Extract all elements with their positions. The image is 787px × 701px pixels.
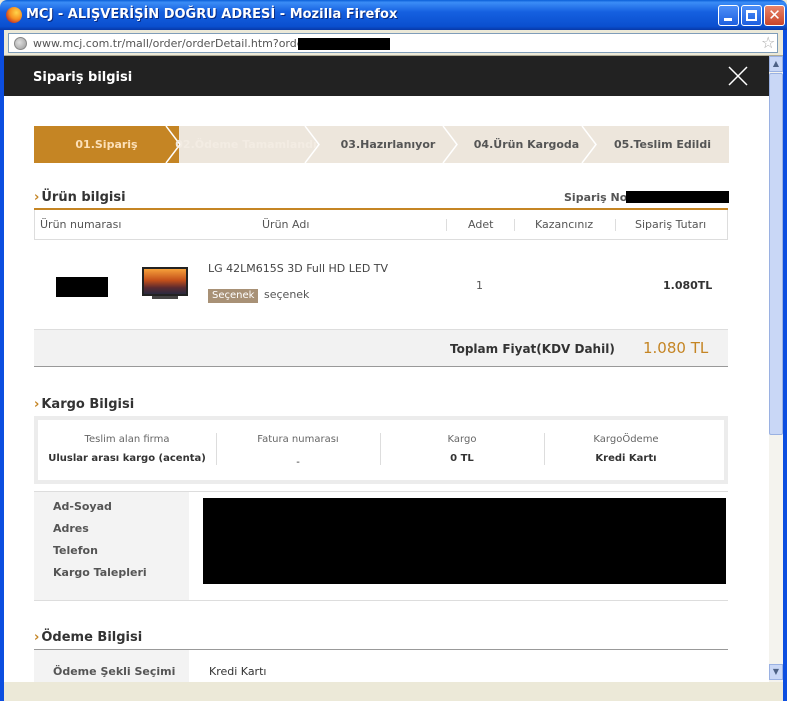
payment-method-value: Kredi Kartı (209, 665, 267, 678)
shipping-section-title: › Kargo Bilgisi (34, 397, 135, 412)
option-badge: Seçenek (208, 289, 259, 303)
url-text: www.mcj.com.tr/mall/order/orderDetail.ht… (33, 37, 333, 50)
payment-method-label: Ödeme Şekli Seçimi (53, 665, 176, 678)
total-price-label: Toplam Fiyat(KDV Dahil) (450, 342, 615, 356)
address-box: Ad-Soyad Adres Telefon Kargo Talepleri (34, 491, 728, 601)
step-order: 01.Sipariş (75, 138, 138, 151)
product-quantity: 1 (476, 279, 483, 292)
minimize-button[interactable] (718, 5, 739, 26)
order-progress-steps: 01.Sipariş 02.Ödeme Tamamlandı 03.Hazırl… (34, 126, 729, 163)
redacted-order-number (626, 191, 729, 203)
window-title: MCJ - ALIŞVERİŞİN DOĞRU ADRESİ - Mozilla… (26, 7, 398, 22)
firefox-icon (6, 7, 22, 23)
cargo-payment-value: Kredi Kartı (595, 453, 657, 464)
tv-screen-image (142, 267, 188, 296)
col-product-number: Ürün numarası (40, 218, 122, 231)
cargo-payment-label: KargoÖdeme (593, 434, 659, 445)
shipping-company-value: Uluslar arası kargo (acenta) (48, 453, 206, 464)
step-preparing: 03.Hazırlanıyor (340, 138, 436, 151)
shipping-company-label: Teslim alan firma (84, 434, 170, 445)
tv-stand-image (152, 296, 178, 299)
name-surname-label: Ad-Soyad (53, 500, 112, 513)
shipping-company: Teslim alan firma Uluslar arası kargo (a… (38, 420, 216, 480)
invoice-number-label: Fatura numarası (257, 434, 339, 445)
scrollbar-thumb[interactable] (769, 73, 783, 435)
minimize-icon (724, 18, 732, 21)
url-field[interactable]: www.mcj.com.tr/mall/order/orderDetail.ht… (8, 33, 778, 53)
maximize-button[interactable] (741, 5, 762, 26)
total-price-value: 1.080 TL (643, 339, 709, 357)
close-icon: ✕ (768, 6, 781, 24)
redacted-product-number (56, 277, 108, 297)
window-titlebar[interactable]: MCJ - ALIŞVERİŞİN DOĞRU ADRESİ - Mozilla… (0, 0, 787, 30)
col-product-name: Ürün Adı (262, 218, 310, 231)
cargo-requests-label: Kargo Talepleri (53, 566, 147, 579)
window-close-button[interactable]: ✕ (764, 5, 785, 26)
chevron-right-icon: › (34, 190, 40, 205)
invoice-number: Fatura numarası - (216, 420, 380, 480)
navigation-bar: www.mcj.com.tr/mall/order/orderDetail.ht… (4, 30, 783, 56)
column-divider (615, 219, 616, 231)
step-in-cargo: 04.Ürün Kargoda (473, 138, 580, 151)
shipping-info-box: Teslim alan firma Uluslar arası kargo (a… (34, 416, 728, 484)
scroll-down-button[interactable]: ▼ (769, 664, 783, 680)
modal-body: 01.Sipariş 02.Ödeme Tamamlandı 03.Hazırl… (4, 96, 769, 694)
maximize-icon (746, 10, 757, 21)
cargo-fee-value: 0 TL (450, 453, 474, 464)
scroll-up-button[interactable]: ▲ (769, 56, 783, 72)
status-bar (4, 682, 783, 701)
address-label: Adres (53, 522, 89, 535)
product-thumbnail[interactable] (142, 267, 188, 301)
modal-close-icon[interactable] (727, 65, 749, 87)
step-payment-completed: 02.Ödeme Tamamlandı (175, 138, 317, 151)
site-identity-icon[interactable] (14, 37, 27, 50)
cargo-fee-label: Kargo (447, 434, 477, 445)
product-section-title: › Ürün bilgisi (34, 190, 126, 205)
order-no-label: Sipariş No (564, 191, 628, 204)
col-order-amount: Sipariş Tutarı (635, 218, 707, 231)
redacted-address-details (203, 498, 726, 584)
invoice-number-value: - (296, 457, 300, 468)
option-value: seçenek (264, 288, 310, 301)
window-frame-right (783, 30, 787, 701)
vertical-scrollbar[interactable]: ▲ ▼ (769, 56, 783, 682)
bookmark-star-icon[interactable]: ☆ (761, 34, 775, 52)
product-line-total: 1.080TL (663, 279, 713, 292)
col-quantity: Adet (468, 218, 494, 231)
product-name[interactable]: LG 42LM615S 3D Full HD LED TV (208, 262, 388, 275)
cargo-fee: Kargo 0 TL (380, 420, 544, 480)
modal-header: Sipariş bilgisi (4, 56, 769, 96)
step-delivered: 05.Teslim Edildi (614, 138, 711, 151)
chevron-right-icon: › (34, 630, 40, 645)
product-table-header: Ürün numarası Ürün Adı Adet Kazancınız S… (34, 210, 728, 240)
payment-section-title: › Ödeme Bilgisi (34, 630, 143, 645)
cargo-payment: KargoÖdeme Kredi Kartı (544, 420, 708, 480)
order-total-row: Toplam Fiyat(KDV Dahil) 1.080 TL (34, 329, 728, 367)
column-divider (514, 219, 515, 231)
col-earning: Kazancınız (535, 218, 594, 231)
column-divider (446, 219, 447, 231)
phone-label: Telefon (53, 544, 98, 557)
modal-title: Sipariş bilgisi (33, 70, 133, 85)
chevron-right-icon: › (34, 397, 40, 412)
redacted-order-number (298, 38, 390, 50)
